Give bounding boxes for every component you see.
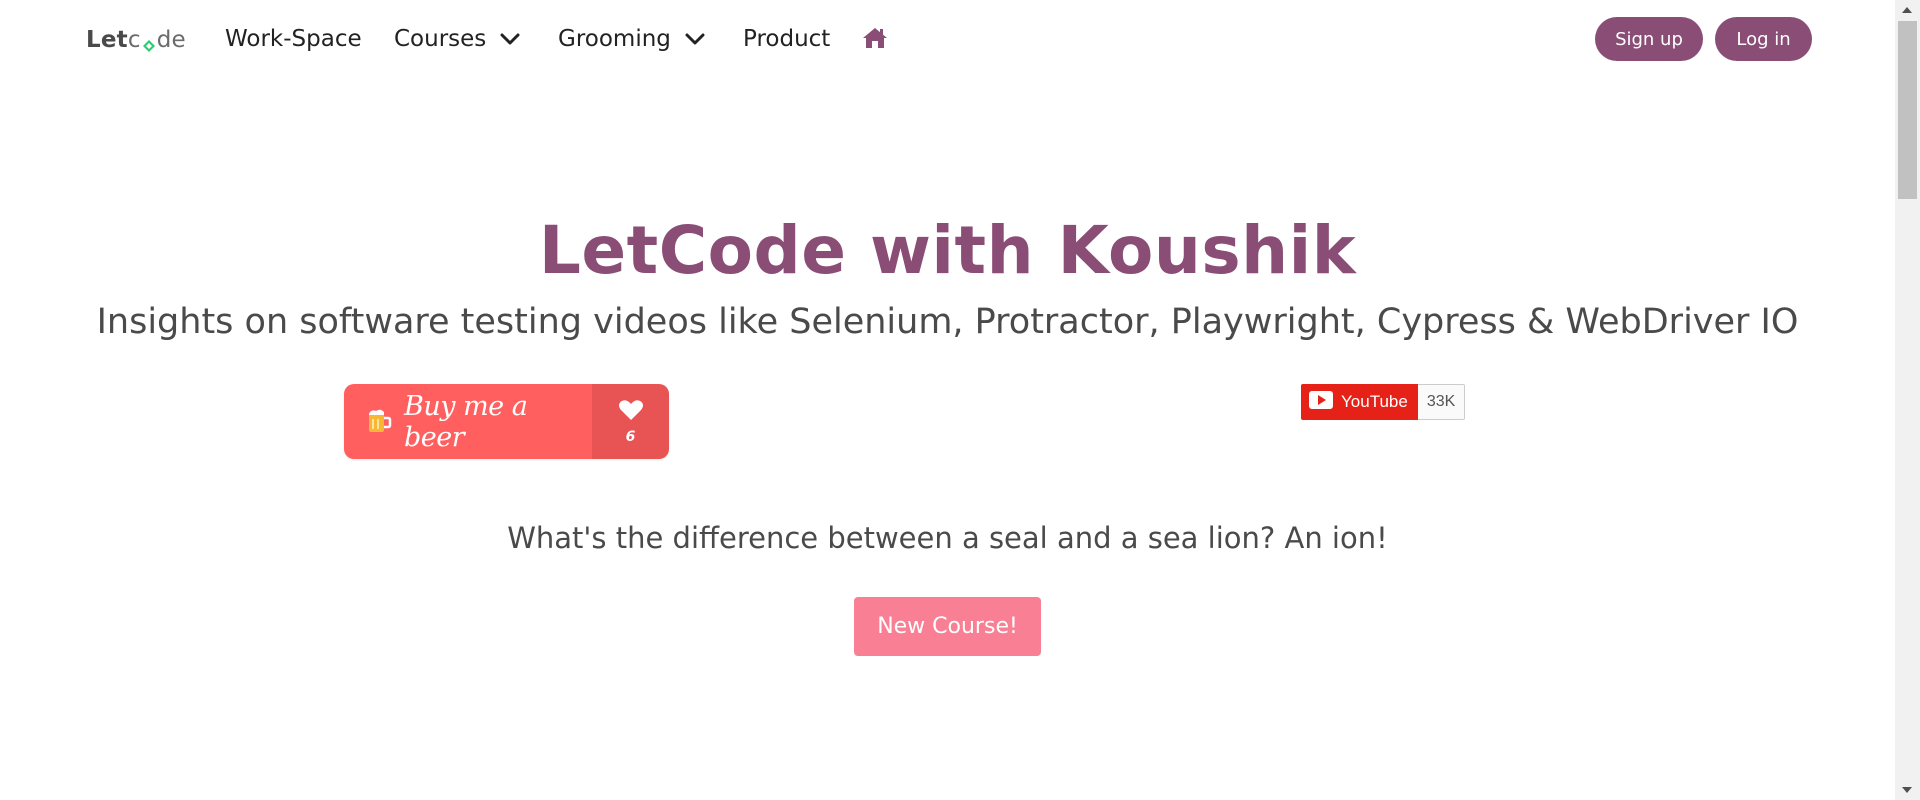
scrollbar[interactable]	[1895, 0, 1920, 800]
chevron-down-icon	[500, 26, 520, 52]
heart-icon	[618, 399, 644, 425]
nav-product-label: Product	[743, 26, 831, 52]
nav-product[interactable]: Product	[743, 22, 830, 56]
nav-work-space[interactable]: Work-Space	[225, 22, 362, 56]
nav-courses-label: Courses	[394, 26, 487, 52]
hero-subtitle: Insights on software testing videos like…	[96, 302, 1799, 342]
youtube-label: YouTube	[1341, 392, 1408, 411]
buy-me-a-beer-button[interactable]: Buy me a beer 6	[344, 384, 669, 459]
scroll-thumb[interactable]	[1898, 21, 1917, 199]
new-course-button[interactable]: New Course!	[854, 597, 1041, 656]
beer-button-label: Buy me a beer	[404, 390, 528, 453]
home-icon[interactable]	[861, 26, 889, 54]
youtube-button-main: YouTube	[1301, 384, 1418, 420]
joke-text: What's the difference between a seal and…	[507, 521, 1388, 555]
logo[interactable]: Let c de	[86, 25, 186, 55]
scroll-up-arrow-icon[interactable]	[1902, 7, 1912, 13]
beer-count-section: 6	[592, 384, 669, 459]
logo-text-let: Let	[86, 27, 128, 53]
logo-text-c: c	[127, 27, 141, 53]
scroll-down-arrow-icon[interactable]	[1902, 787, 1912, 793]
youtube-subscribe-button[interactable]: YouTube 33K	[1301, 384, 1466, 420]
logo-text-de: de	[156, 27, 186, 53]
beer-mug-icon	[366, 406, 392, 438]
hero-title: LetCode with Koushik	[538, 212, 1357, 289]
sign-up-button[interactable]: Sign up	[1595, 17, 1703, 61]
chevron-down-icon	[685, 26, 705, 52]
youtube-play-icon	[1309, 390, 1341, 414]
navbar: Let c de Work-Space Courses Grooming Produ…	[0, 0, 1895, 78]
nav-courses-dropdown[interactable]: Courses	[394, 22, 520, 56]
beer-count: 6	[625, 428, 636, 445]
nav-grooming-label: Grooming	[558, 26, 671, 52]
nav-grooming-dropdown[interactable]: Grooming	[558, 22, 705, 56]
logo-gem-icon	[142, 33, 156, 52]
beer-button-main: Buy me a beer	[344, 384, 592, 459]
youtube-subscriber-count: 33K	[1417, 384, 1466, 420]
nav-work-space-label: Work-Space	[225, 26, 362, 52]
log-in-button[interactable]: Log in	[1715, 17, 1812, 61]
